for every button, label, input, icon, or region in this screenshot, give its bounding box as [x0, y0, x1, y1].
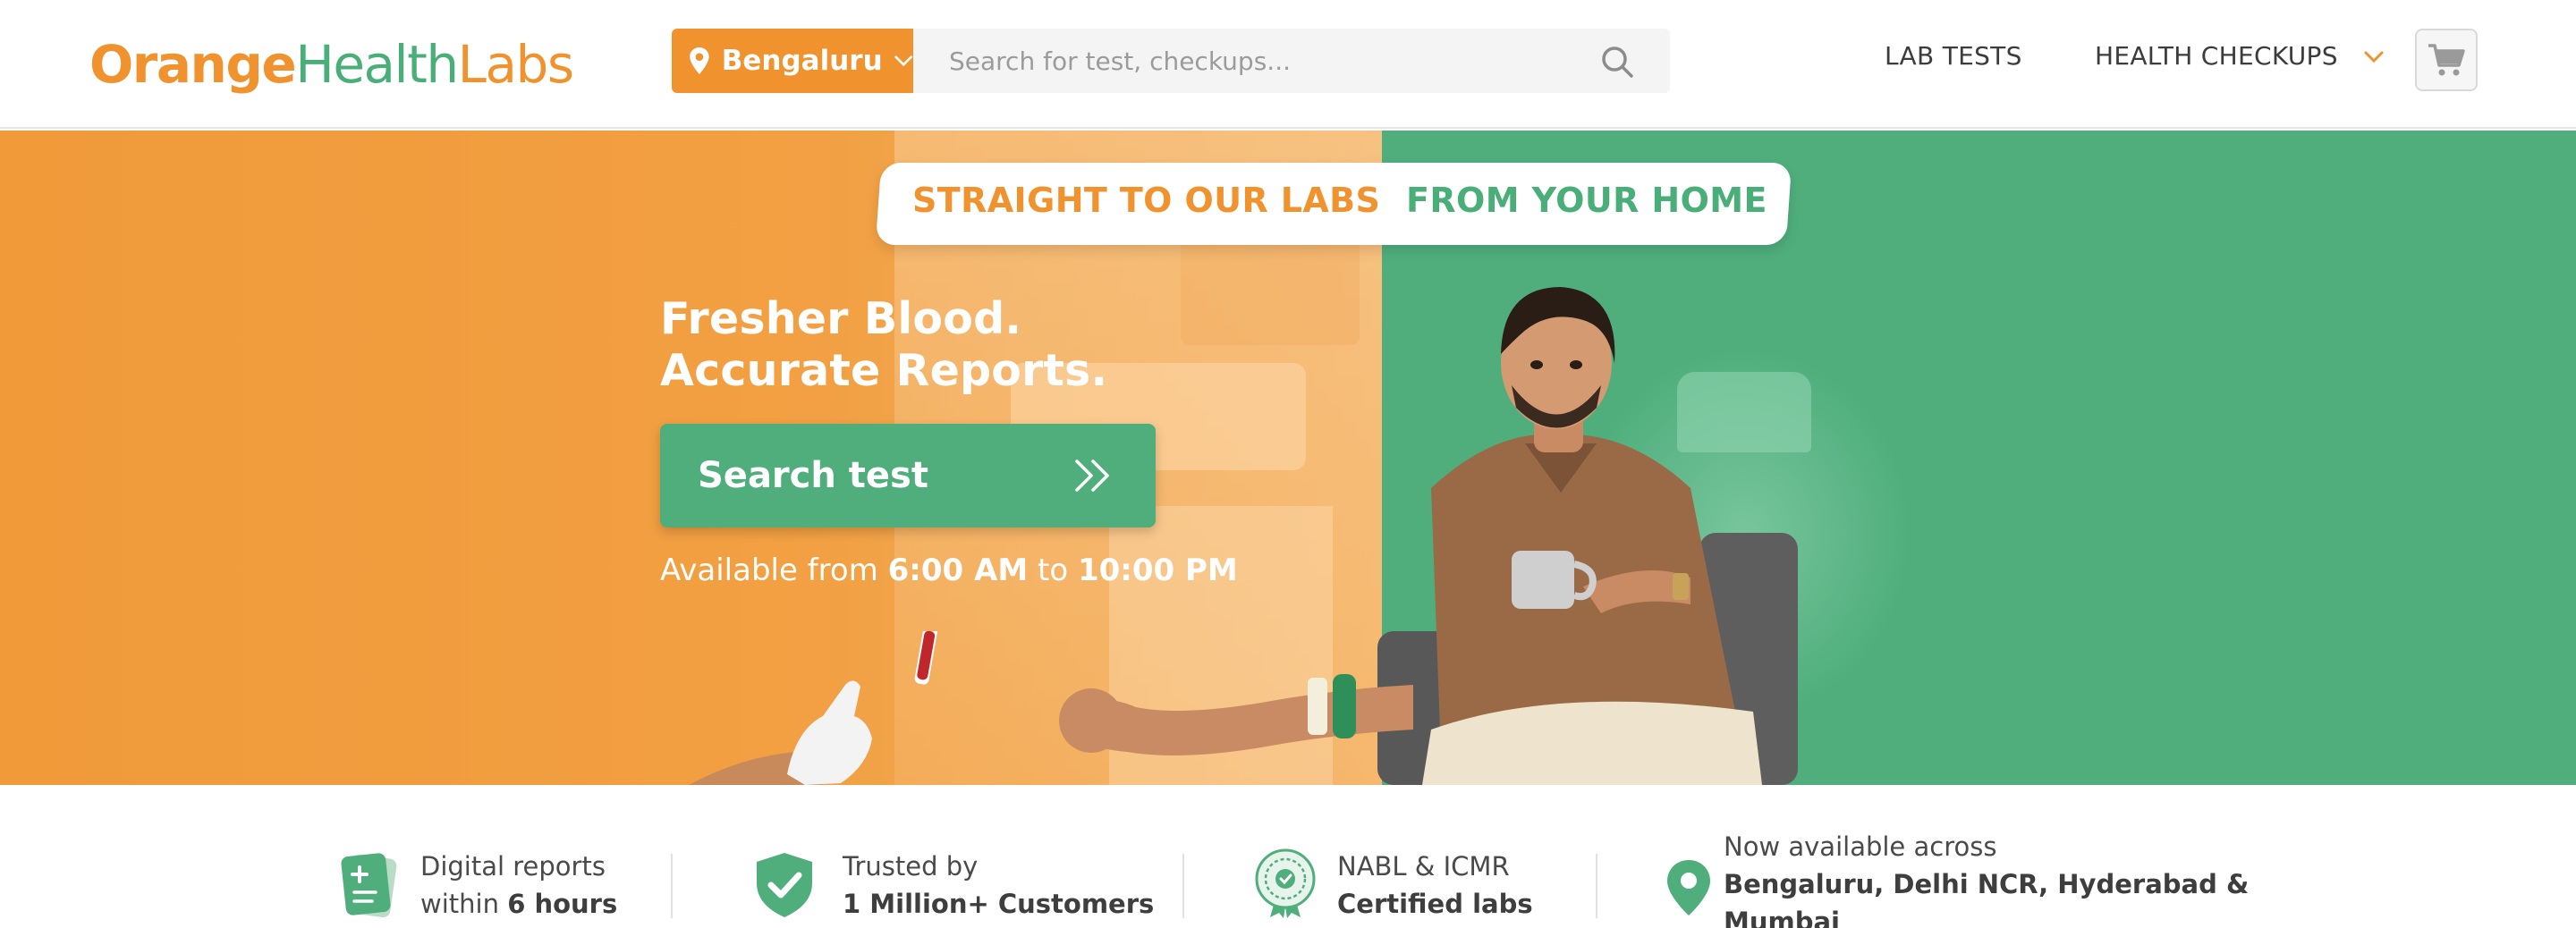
- feature-availability-cities: Now available across Bengaluru, Delhi NC…: [1724, 828, 2249, 928]
- logo-word-orange: Orange: [89, 34, 297, 95]
- availability-mid: to: [1028, 553, 1078, 588]
- hero-banner: STRAIGHT TO OUR LABS FROM YOUR HOME Fres…: [0, 131, 2576, 785]
- orange-health-labs-logo[interactable]: Orange Health Labs: [89, 20, 574, 109]
- search-test-label: Search test: [698, 455, 928, 496]
- cart-button[interactable]: [2415, 29, 2478, 91]
- search-input[interactable]: [949, 46, 1575, 76]
- logo-word-health: Health: [295, 34, 459, 95]
- double-chevron-right-icon: [1075, 460, 1109, 492]
- test-tube-hand-illustration: [689, 631, 946, 785]
- city-selector-button[interactable]: Bengaluru: [672, 29, 913, 93]
- headline-line-2: Accurate Reports.: [660, 345, 1108, 396]
- banner-text-home: FROM YOUR HOME: [1406, 181, 1767, 220]
- availability-end-time: 10:00 PM: [1077, 553, 1238, 588]
- location-pin-icon: [690, 46, 709, 75]
- feature-line-3: Mumbai: [1724, 903, 2249, 928]
- feature-line-2-bold: Certified labs: [1337, 889, 1533, 919]
- feature-digital-reports: Digital reports within 6 hours: [420, 848, 617, 923]
- top-navbar: OrangeHealthLabs Bengaluru LAB TESTS HEA…: [0, 0, 2576, 129]
- feature-line-2-bold: Bengaluru, Delhi NCR, Hyderabad &: [1724, 869, 2250, 899]
- feature-line-2-prefix: within: [420, 889, 508, 919]
- feature-certified-labs: NABL & ICMR Certified labs: [1337, 848, 1533, 923]
- feature-line-3-bold: Mumbai: [1724, 907, 1840, 928]
- certification-badge-icon: [1255, 848, 1316, 918]
- headline-line-1: Fresher Blood.: [660, 293, 1022, 344]
- feature-trusted: Trusted by 1 Million+ Customers: [843, 848, 1154, 923]
- logo-word-labs: Labs: [457, 34, 574, 95]
- availability-prefix: Available from: [660, 553, 888, 588]
- shield-check-icon: [757, 853, 812, 917]
- feature-line-2: Bengaluru, Delhi NCR, Hyderabad &: [1724, 865, 2249, 903]
- feature-line-1: NABL & ICMR: [1337, 851, 1510, 882]
- person-with-mug-illustration: [1377, 287, 1798, 785]
- cart-icon: [2428, 44, 2465, 76]
- feature-line-2-bold: 1 Million+ Customers: [843, 889, 1155, 919]
- feature-divider: [671, 854, 673, 918]
- city-label: Bengaluru: [721, 45, 883, 77]
- availability-start-time: 6:00 AM: [887, 553, 1029, 588]
- location-pin-icon: [1667, 860, 1710, 915]
- search-icon[interactable]: [1600, 45, 1634, 79]
- availability-text: Available from 6:00 AM to 10:00 PM: [660, 553, 1238, 588]
- chevron-down-icon[interactable]: [2363, 50, 2385, 64]
- feature-divider: [1182, 854, 1184, 918]
- extended-arm-illustration: [1059, 674, 1413, 755]
- chevron-down-icon: [894, 55, 912, 67]
- feature-line-2: within 6 hours: [420, 885, 617, 923]
- feature-line-1: Trusted by: [843, 851, 979, 882]
- nav-health-checkups[interactable]: HEALTH CHECKUPS: [2095, 41, 2338, 71]
- feature-line-1: Now available across: [1724, 831, 1997, 862]
- feature-line-2-bold: 6 hours: [507, 889, 618, 919]
- search-bar: [913, 29, 1670, 93]
- digital-report-icon: [341, 853, 397, 918]
- feature-line-1: Digital reports: [420, 851, 606, 882]
- feature-divider: [1596, 854, 1597, 918]
- nav-lab-tests[interactable]: LAB TESTS: [1885, 41, 2022, 71]
- banner-text-labs: STRAIGHT TO OUR LABS: [912, 181, 1381, 220]
- search-test-button[interactable]: Search test: [660, 424, 1156, 527]
- feature-line-2: 1 Million+ Customers: [843, 885, 1154, 923]
- feature-line-2: Certified labs: [1337, 885, 1533, 923]
- hero-headline: Fresher Blood. Accurate Reports.: [660, 293, 1107, 397]
